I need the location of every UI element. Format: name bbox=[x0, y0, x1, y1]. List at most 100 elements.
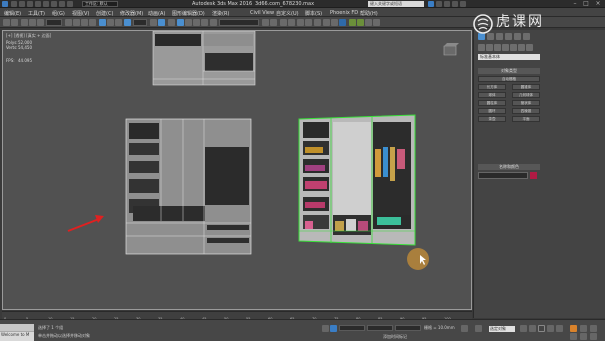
zoom-extents-icon[interactable] bbox=[570, 325, 577, 332]
orbit-icon[interactable] bbox=[590, 325, 597, 332]
torus-button[interactable]: 圆环 bbox=[478, 108, 506, 114]
manipulate-icon[interactable] bbox=[158, 19, 165, 26]
rendered-frame-window-icon[interactable] bbox=[331, 19, 338, 26]
layer-explorer-icon[interactable] bbox=[280, 19, 287, 26]
subscription-icon[interactable] bbox=[436, 1, 442, 7]
menu-customize[interactable]: 自定义(U) bbox=[276, 10, 299, 17]
curve-editor-icon[interactable] bbox=[297, 19, 304, 26]
maximize-viewport-icon[interactable] bbox=[590, 333, 597, 340]
zoom-region-icon[interactable] bbox=[580, 333, 587, 340]
timeline-track[interactable]: 0 5 10 15 20 25 30 35 40 45 50 55 60 65 … bbox=[2, 311, 472, 321]
cylinder-button[interactable]: 圆柱体 bbox=[478, 100, 506, 106]
menu-animation[interactable]: 动画(A) bbox=[148, 10, 165, 17]
y-coordinate-field[interactable] bbox=[367, 325, 393, 331]
pyramid-button[interactable]: 四棱锥 bbox=[512, 108, 540, 114]
geometry-icon[interactable] bbox=[478, 44, 485, 51]
teapot-button[interactable]: 茶壶 bbox=[478, 116, 506, 122]
selection-filter-dropdown[interactable] bbox=[46, 19, 62, 26]
object-category-dropdown[interactable]: 标准基本体 bbox=[478, 54, 540, 60]
hierarchy-tab-icon[interactable] bbox=[496, 33, 503, 40]
select-by-name-icon[interactable] bbox=[73, 19, 80, 26]
menu-scripting[interactable]: 脚本(S) bbox=[305, 10, 322, 17]
maximize-icon[interactable]: □ bbox=[581, 0, 591, 8]
keyboard-shortcut-icon[interactable] bbox=[168, 19, 175, 26]
cone-button[interactable]: 圆锥体 bbox=[512, 84, 540, 90]
field-of-view-icon[interactable] bbox=[570, 333, 577, 340]
mirror-icon[interactable] bbox=[262, 19, 269, 26]
vray-light-icon[interactable] bbox=[365, 19, 372, 26]
render-setup-icon[interactable] bbox=[323, 19, 330, 26]
open-file-icon[interactable] bbox=[19, 1, 25, 7]
menu-help[interactable]: 帮助(H) bbox=[360, 10, 378, 17]
vray-camera-icon[interactable] bbox=[373, 19, 380, 26]
spinner-snap-icon[interactable] bbox=[201, 19, 208, 26]
cameras-icon[interactable] bbox=[502, 44, 509, 51]
previous-frame-icon[interactable] bbox=[529, 325, 536, 332]
material-editor-icon[interactable] bbox=[314, 19, 321, 26]
reference-coordinate-dropdown[interactable] bbox=[133, 19, 147, 26]
x-coordinate-field[interactable] bbox=[339, 325, 365, 331]
pan-view-icon[interactable] bbox=[580, 325, 587, 332]
pivot-center-icon[interactable] bbox=[150, 19, 157, 26]
menu-graph-editors[interactable]: 图形编辑器(D) bbox=[172, 10, 205, 17]
align-icon[interactable] bbox=[270, 19, 277, 26]
window-crossing-icon[interactable] bbox=[89, 19, 96, 26]
minimize-icon[interactable]: – bbox=[570, 0, 580, 8]
communication-center-icon[interactable] bbox=[444, 1, 450, 7]
shapes-icon[interactable] bbox=[486, 44, 493, 51]
select-and-move-icon[interactable] bbox=[99, 19, 106, 26]
search-icon[interactable] bbox=[428, 1, 434, 7]
redo-toolbar-icon[interactable] bbox=[11, 19, 18, 26]
new-file-icon[interactable] bbox=[11, 1, 17, 7]
link-icon[interactable] bbox=[21, 19, 28, 26]
left-wardrobe[interactable] bbox=[125, 118, 252, 255]
viewcube[interactable] bbox=[441, 43, 459, 57]
autogrid-checkbox[interactable]: 自动栅格 bbox=[478, 76, 540, 82]
top-wardrobe[interactable] bbox=[152, 31, 256, 86]
name-color-rollout[interactable]: 名称和颜色 bbox=[478, 164, 540, 170]
helpers-icon[interactable] bbox=[510, 44, 517, 51]
percent-snap-icon[interactable] bbox=[193, 19, 200, 26]
object-type-rollout[interactable]: 对象类型 bbox=[478, 68, 540, 74]
favorites-icon[interactable] bbox=[452, 1, 458, 7]
select-and-scale-icon[interactable] bbox=[115, 19, 122, 26]
fetch-icon[interactable] bbox=[59, 1, 65, 7]
menu-group[interactable]: 组(G) bbox=[52, 10, 65, 17]
menu-modifiers[interactable]: 修改器(M) bbox=[120, 10, 143, 17]
lock-selection-icon[interactable] bbox=[322, 325, 329, 332]
edit-named-selection-icon[interactable] bbox=[210, 19, 217, 26]
render-production-icon[interactable] bbox=[339, 19, 346, 26]
menu-phoenix-fd[interactable]: Phoenix FD bbox=[330, 10, 358, 16]
save-file-icon[interactable] bbox=[27, 1, 33, 7]
schematic-view-icon[interactable] bbox=[305, 19, 312, 26]
angle-snap-icon[interactable] bbox=[185, 19, 192, 26]
hold-icon[interactable] bbox=[51, 1, 57, 7]
set-key-icon[interactable] bbox=[475, 325, 482, 332]
go-to-start-icon[interactable] bbox=[520, 325, 527, 332]
select-and-place-icon[interactable] bbox=[124, 19, 131, 26]
toggle-ribbon-icon[interactable] bbox=[288, 19, 295, 26]
select-object-icon[interactable] bbox=[65, 19, 72, 26]
help-icon[interactable] bbox=[460, 1, 466, 7]
vray-icon[interactable] bbox=[349, 19, 356, 26]
vray-frame-buffer-icon[interactable] bbox=[357, 19, 364, 26]
select-and-rotate-icon[interactable] bbox=[107, 19, 114, 26]
plane-button[interactable]: 平面 bbox=[512, 116, 540, 122]
selection-region-icon[interactable] bbox=[81, 19, 88, 26]
key-filter-dropdown[interactable]: 选定对象 bbox=[489, 326, 515, 332]
motion-tab-icon[interactable] bbox=[505, 33, 512, 40]
absolute-mode-icon[interactable] bbox=[330, 325, 337, 332]
menu-rendering[interactable]: 渲染(R) bbox=[212, 10, 229, 17]
next-frame-icon[interactable] bbox=[547, 325, 554, 332]
object-name-input[interactable] bbox=[478, 172, 528, 179]
redo-icon[interactable] bbox=[43, 1, 49, 7]
menu-civil-view[interactable]: Civil View bbox=[250, 10, 274, 16]
z-coordinate-field[interactable] bbox=[395, 325, 421, 331]
object-color-swatch[interactable] bbox=[530, 172, 537, 179]
named-selection-sets-dropdown[interactable] bbox=[219, 19, 259, 26]
menu-create[interactable]: 创建(C) bbox=[96, 10, 113, 17]
geosphere-button[interactable]: 几何球体 bbox=[512, 92, 540, 98]
systems-icon[interactable] bbox=[526, 44, 533, 51]
menu-views[interactable]: 视图(V) bbox=[72, 10, 89, 17]
bind-spacewarp-icon[interactable] bbox=[37, 19, 44, 26]
